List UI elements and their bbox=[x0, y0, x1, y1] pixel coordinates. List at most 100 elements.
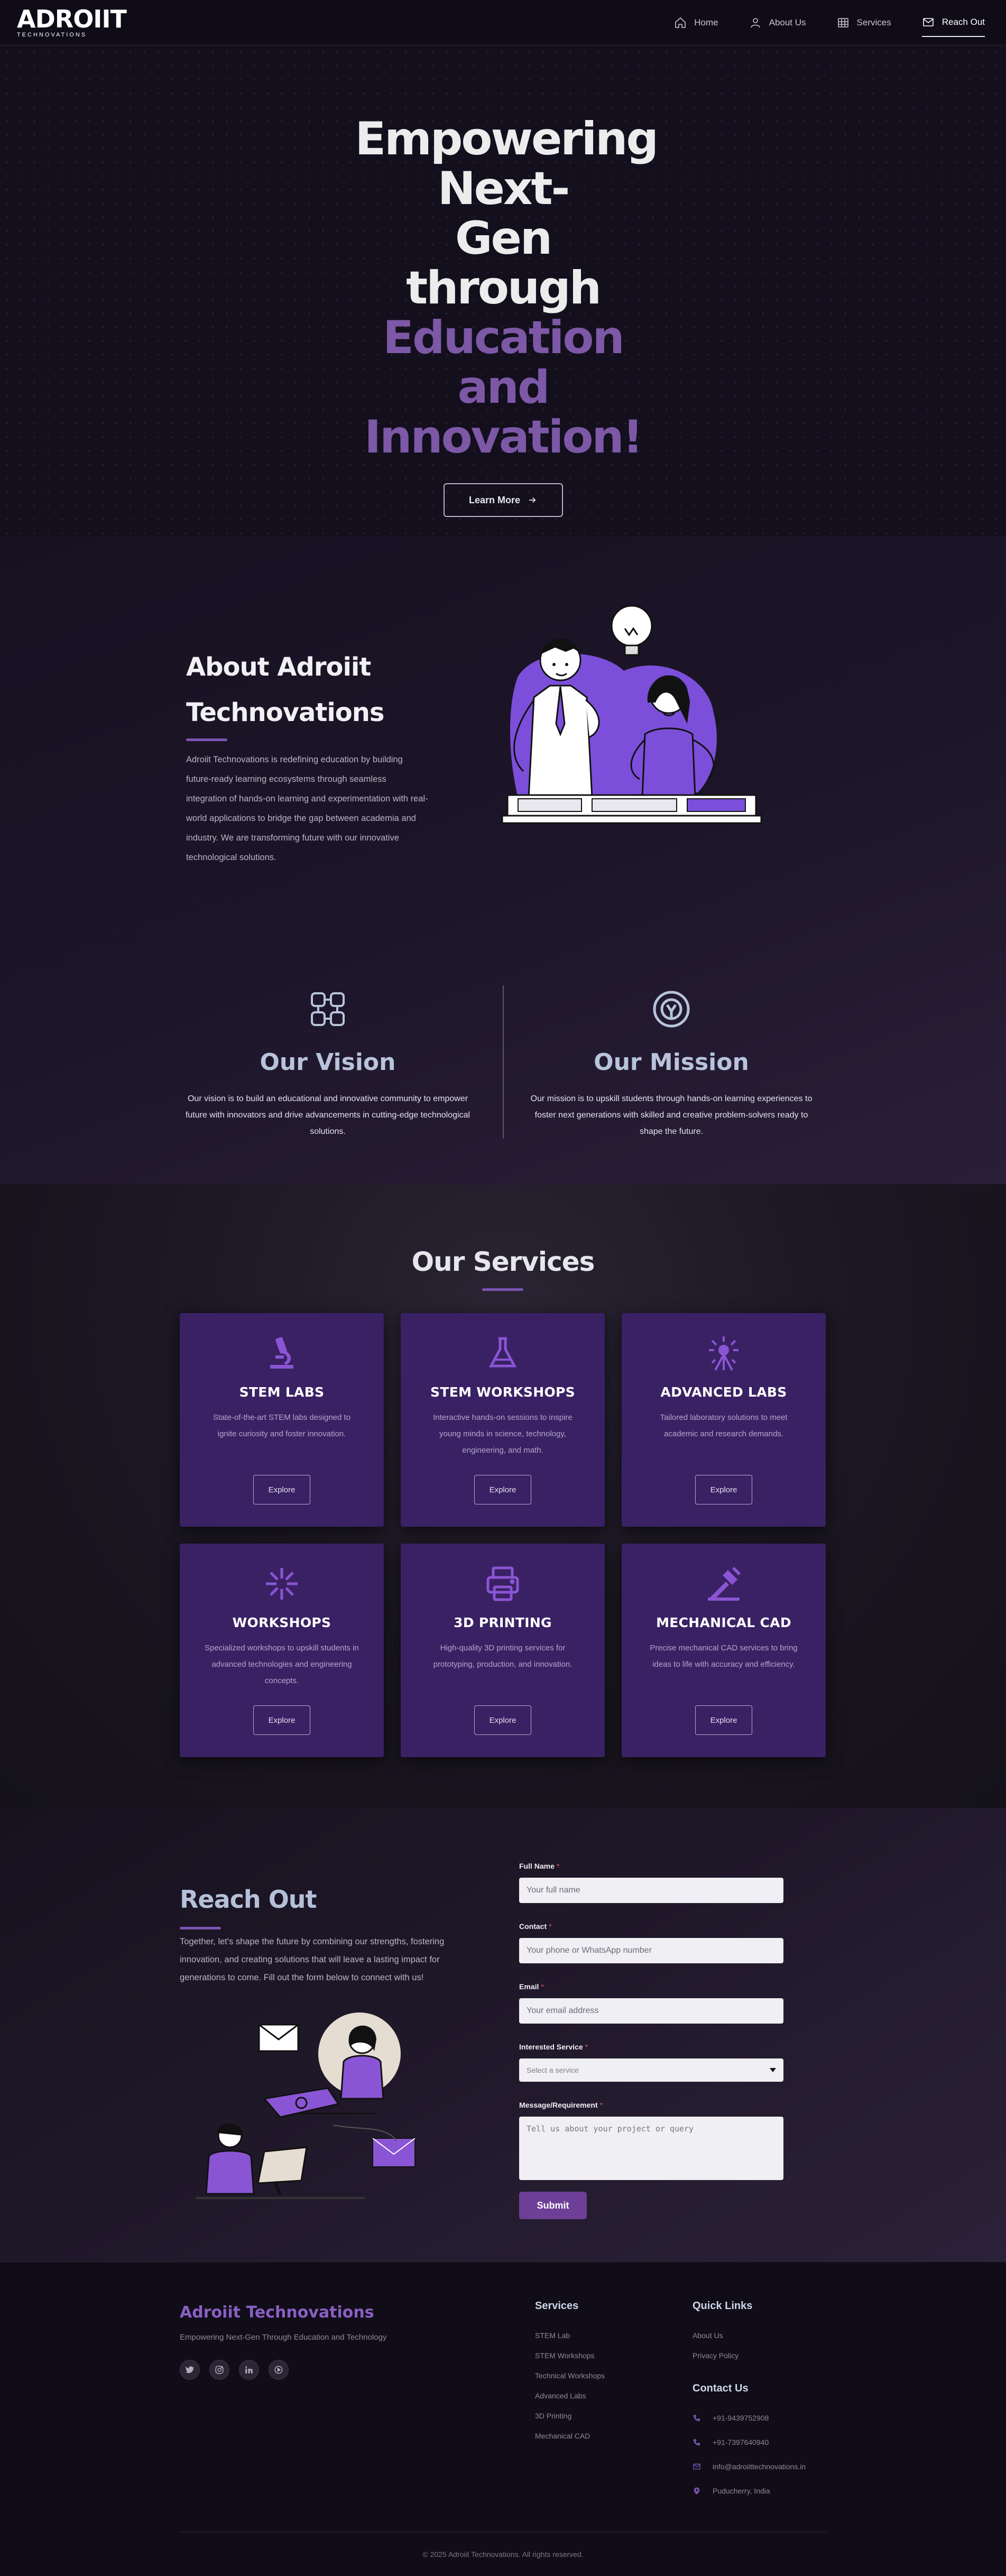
contact-phone-2[interactable]: +91-7397640940 bbox=[693, 2430, 806, 2454]
footer-service-link[interactable]: STEM Workshops bbox=[535, 2346, 605, 2366]
name-label-text: Full Name bbox=[519, 1862, 555, 1870]
nav-services[interactable]: Services bbox=[837, 9, 891, 36]
nav-services-label: Services bbox=[856, 17, 891, 27]
twitter-icon bbox=[185, 2366, 194, 2374]
logo-main: ADROIIT bbox=[17, 4, 127, 33]
card-title: STEM LABS bbox=[239, 1384, 325, 1400]
message-textarea[interactable]: Tell us about your project or query bbox=[519, 2117, 783, 2180]
footer-service-link[interactable]: Mechanical CAD bbox=[535, 2426, 605, 2446]
vision-text: Our vision is to build an educational an… bbox=[185, 1094, 470, 1136]
required-mark: * bbox=[549, 1922, 552, 1931]
reach-out-section: Reach Out Together, let's shape the futu… bbox=[0, 1808, 1006, 2261]
footer-quick-link[interactable]: Privacy Policy bbox=[693, 2346, 739, 2366]
nav-about-label: About Us bbox=[769, 17, 806, 27]
required-mark: * bbox=[556, 1862, 560, 1870]
required-mark: * bbox=[541, 1982, 544, 1991]
logo[interactable]: ADROIIT TECHNOVATIONS bbox=[17, 4, 127, 38]
footer-service-link[interactable]: 3D Printing bbox=[535, 2406, 605, 2426]
contact-phone-1[interactable]: +91-9439752908 bbox=[693, 2406, 806, 2430]
mail-icon bbox=[922, 17, 934, 26]
vision-title: Our Vision bbox=[260, 1049, 396, 1076]
learn-more-button[interactable]: Learn More bbox=[443, 483, 563, 517]
hero-line: Gen through bbox=[406, 212, 602, 315]
explore-button[interactable]: Explore bbox=[253, 1475, 310, 1504]
vision-block: Our Vision Our vision is to build an edu… bbox=[180, 988, 476, 1140]
logo-sub: TECHNOVATIONS bbox=[17, 31, 87, 38]
grid-nodes-icon bbox=[311, 992, 345, 1026]
about-text: Adroiit Technovations is redefining educ… bbox=[186, 755, 428, 862]
contact-location-text: Puducherry, India bbox=[713, 2487, 770, 2495]
youtube-link[interactable] bbox=[269, 2360, 289, 2380]
hero-line-accent: Education bbox=[383, 311, 624, 364]
nav-about[interactable]: About Us bbox=[749, 9, 806, 36]
explore-button[interactable]: Explore bbox=[695, 1705, 752, 1735]
user-icon bbox=[750, 17, 760, 27]
grid-icon bbox=[837, 17, 848, 27]
explore-button[interactable]: Explore bbox=[695, 1475, 752, 1504]
services-underline bbox=[482, 1288, 523, 1291]
youtube-icon bbox=[274, 2366, 283, 2374]
mission-block: Our Mission Our mission is to upskill st… bbox=[523, 988, 819, 1140]
hero-line: Next- bbox=[437, 162, 570, 215]
explore-button[interactable]: Explore bbox=[474, 1475, 531, 1504]
reach-out-text: Together, let's shape the future by comb… bbox=[180, 1937, 445, 1982]
contact-location: Puducherry, India bbox=[693, 2479, 806, 2503]
full-name-input[interactable]: Your full name bbox=[519, 1878, 783, 1903]
printer-icon bbox=[486, 1566, 519, 1601]
nav-reach-out[interactable]: Reach Out bbox=[921, 8, 985, 37]
about-underline bbox=[186, 738, 227, 741]
explore-button[interactable]: Explore bbox=[474, 1705, 531, 1735]
communication-illustration bbox=[196, 2012, 416, 2199]
contact-input[interactable]: Your phone or WhatsApp number bbox=[519, 1938, 783, 1963]
footer-tagline: Empowering Next-Gen Through Education an… bbox=[180, 2333, 387, 2342]
location-pin-icon bbox=[694, 2487, 700, 2495]
spark-icon bbox=[266, 1568, 298, 1600]
card-text: State-of-the-art STEM labs designed to i… bbox=[213, 1413, 351, 1438]
about-title: About Adroiit Technovations bbox=[186, 652, 385, 727]
service-card-mechanical-cad: MECHANICAL CAD Precise mechanical CAD se… bbox=[622, 1544, 826, 1757]
email-label-text: Email bbox=[519, 1982, 539, 1991]
nav-home-label: Home bbox=[694, 17, 718, 27]
instagram-link[interactable] bbox=[209, 2360, 229, 2380]
contact-email[interactable]: info@adroiittechnovations.in bbox=[693, 2454, 806, 2479]
team-illustration bbox=[501, 605, 762, 824]
footer-service-link[interactable]: Technical Workshops bbox=[535, 2366, 605, 2386]
services-title: Our Services bbox=[411, 1247, 595, 1277]
contact-form: Full Name * Your full name Contact * Your … bbox=[519, 1862, 783, 2219]
contact-label: Contact * bbox=[519, 1922, 783, 1931]
message-label: Message/Requirement * bbox=[519, 2101, 783, 2109]
card-text: High-quality 3D printing services for pr… bbox=[433, 1644, 573, 1669]
service-select[interactable]: Select a service bbox=[519, 2058, 783, 2082]
footer-service-link[interactable]: Advanced Labs bbox=[535, 2386, 605, 2406]
twitter-link[interactable] bbox=[180, 2360, 200, 2380]
card-title: WORKSHOPS bbox=[232, 1615, 331, 1630]
reach-out-underline bbox=[180, 1927, 221, 1929]
service-card-stem-labs: STEM LABS State-of-the-art STEM labs des… bbox=[180, 1313, 384, 1527]
footer-quick-link[interactable]: About Us bbox=[693, 2325, 739, 2346]
nav-home[interactable]: Home bbox=[674, 9, 718, 36]
microscope-icon bbox=[270, 1337, 293, 1369]
linkedin-link[interactable] bbox=[239, 2360, 259, 2380]
email-input[interactable]: Your email address bbox=[519, 1998, 783, 2024]
service-label-text: Interested Service bbox=[519, 2043, 583, 2051]
phone-icon bbox=[694, 2415, 700, 2421]
submit-button[interactable]: Submit bbox=[519, 2192, 587, 2219]
footer-services-list: STEM Lab STEM Workshops Technical Worksh… bbox=[535, 2325, 605, 2446]
nav-reach-out-label: Reach Out bbox=[942, 16, 985, 27]
caret-down-icon bbox=[770, 2068, 776, 2072]
card-text: Tailored laboratory solutions to meet ac… bbox=[660, 1413, 788, 1438]
contact-label-text: Contact bbox=[519, 1922, 547, 1931]
footer-service-link[interactable]: STEM Lab bbox=[535, 2325, 605, 2346]
phone-icon bbox=[694, 2439, 700, 2445]
navbar: ADROIIT TECHNOVATIONS Home About Us Serv… bbox=[0, 0, 1006, 45]
card-text: Specialized workshops to upskill student… bbox=[205, 1644, 359, 1685]
contact-email-text: info@adroiittechnovations.in bbox=[713, 2462, 806, 2471]
service-card-stem-workshops: STEM WORKSHOPS Interactive hands-on sess… bbox=[401, 1313, 605, 1527]
required-mark: * bbox=[585, 2043, 588, 2051]
contact-phone-2-text: +91-7397640940 bbox=[713, 2438, 769, 2446]
footer-quick-links-title: Quick Links bbox=[693, 2300, 753, 2312]
service-card-advanced-labs: ADVANCED LABS Tailored laboratory soluti… bbox=[622, 1313, 826, 1527]
explore-button[interactable]: Explore bbox=[253, 1705, 310, 1735]
nav-links: Home About Us Services Reach Out bbox=[674, 8, 985, 37]
hero-line-accent: and bbox=[457, 361, 550, 414]
